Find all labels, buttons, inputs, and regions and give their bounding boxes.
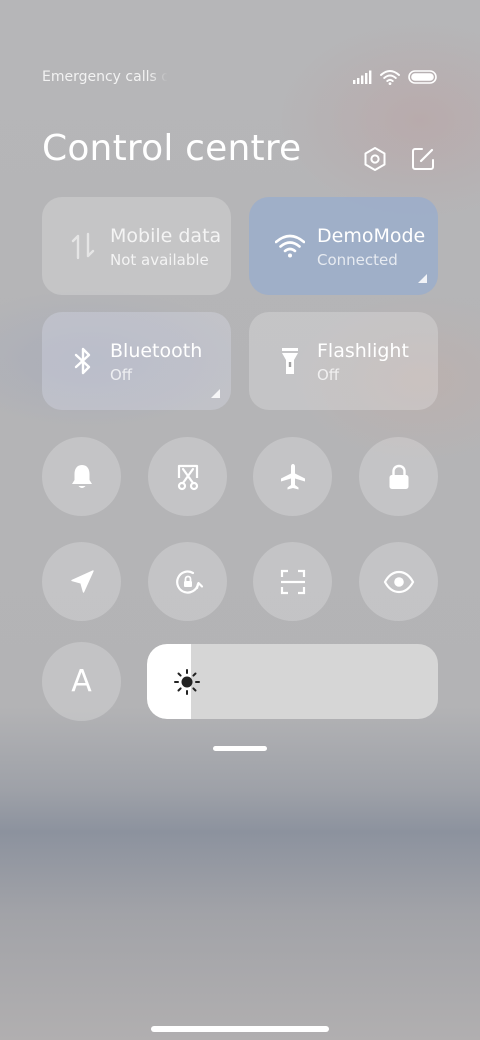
expand-corner-icon[interactable] bbox=[418, 274, 427, 283]
mobile-data-icon bbox=[68, 230, 98, 262]
home-indicator[interactable] bbox=[151, 1026, 329, 1032]
tile-name: Bluetooth bbox=[110, 340, 203, 362]
tile-name: Mobile data bbox=[110, 225, 220, 247]
expand-corner-icon[interactable] bbox=[211, 389, 220, 398]
edit-icon[interactable] bbox=[410, 146, 436, 172]
tile-bluetooth[interactable]: Bluetooth Off bbox=[42, 312, 231, 410]
tile-status: Off bbox=[110, 366, 133, 384]
status-text: Emergency calls only bbox=[42, 69, 168, 85]
tile-name: Flashlight bbox=[317, 340, 409, 362]
signal-icon bbox=[353, 70, 372, 84]
page-title: Control centre bbox=[42, 128, 302, 169]
bell-icon bbox=[71, 464, 92, 488]
toggle-scanner[interactable] bbox=[253, 542, 332, 621]
wifi-icon bbox=[380, 70, 400, 85]
tile-status: Off bbox=[317, 366, 340, 384]
tile-status: Connected bbox=[317, 251, 398, 269]
battery-icon bbox=[408, 70, 437, 84]
tile-status: Not available bbox=[110, 251, 209, 269]
location-icon bbox=[70, 569, 94, 593]
toggle-reading-mode[interactable] bbox=[359, 542, 438, 621]
settings-icon[interactable] bbox=[362, 146, 388, 172]
toggle-rotation-lock[interactable] bbox=[148, 542, 227, 621]
status-icons bbox=[352, 69, 438, 85]
eye-icon bbox=[383, 570, 414, 593]
toggle-location[interactable] bbox=[42, 542, 121, 621]
toggle-auto-brightness[interactable]: A bbox=[42, 642, 121, 721]
lock-icon bbox=[389, 464, 408, 489]
sun-icon bbox=[173, 668, 201, 696]
flashlight-icon bbox=[275, 345, 305, 377]
airplane-icon bbox=[280, 463, 305, 489]
tile-mobile-data[interactable]: Mobile data Not available bbox=[42, 197, 231, 295]
drag-handle[interactable] bbox=[213, 746, 267, 751]
status-bar: Emergency calls only bbox=[42, 66, 438, 88]
tile-flashlight[interactable]: Flashlight Off bbox=[249, 312, 438, 410]
scanner-icon bbox=[280, 569, 305, 594]
toggle-sound[interactable] bbox=[42, 437, 121, 516]
auto-brightness-icon: A bbox=[71, 664, 92, 699]
toggle-screenshot[interactable] bbox=[148, 437, 227, 516]
header-actions bbox=[362, 146, 436, 172]
screenshot-icon bbox=[177, 464, 198, 490]
tile-name: DemoMode bbox=[317, 225, 426, 247]
toggle-airplane[interactable] bbox=[253, 437, 332, 516]
brightness-slider[interactable] bbox=[147, 644, 438, 719]
tile-wifi[interactable]: DemoMode Connected bbox=[249, 197, 438, 295]
wifi-icon bbox=[274, 230, 306, 262]
rotation-lock-icon bbox=[175, 569, 203, 594]
bluetooth-icon bbox=[68, 345, 98, 377]
toggle-lock[interactable] bbox=[359, 437, 438, 516]
